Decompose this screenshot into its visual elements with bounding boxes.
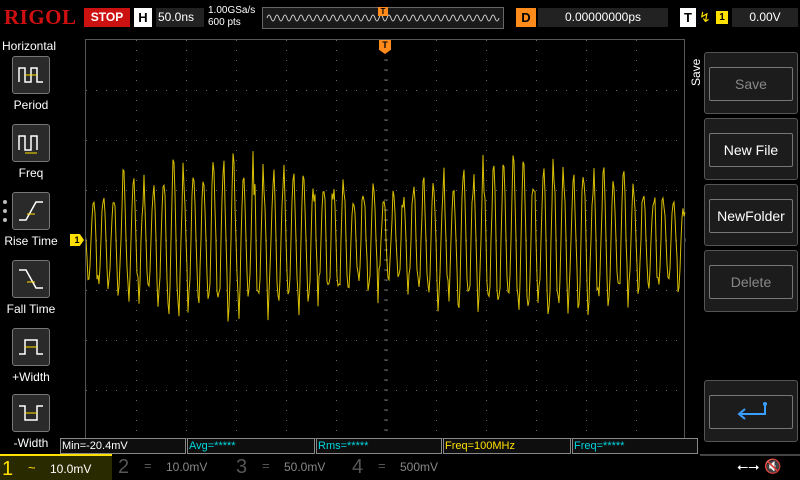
menu-item-label: Freq bbox=[18, 166, 44, 180]
new-file-button[interactable]: New File bbox=[704, 118, 798, 180]
memory-position-bar: T bbox=[262, 7, 504, 29]
ch1-trace bbox=[86, 151, 686, 322]
dc-coupling-icon: = bbox=[262, 458, 270, 473]
new-folder-button[interactable]: NewFolder bbox=[704, 184, 798, 246]
new-folder-button-label: NewFolder bbox=[709, 199, 793, 233]
channel-scale: 50.0mV bbox=[284, 460, 326, 474]
channel-status-bar: 1 ~ 10.0mV 2 = 10.0mV 3 = 50.0mV 4 = 500… bbox=[0, 454, 800, 480]
left-softkey-menu: Horizontal Period Freq Rise Time Fall Ti… bbox=[0, 36, 62, 454]
channel-number: 2 bbox=[118, 456, 130, 478]
menu-item-pos-width[interactable]: +Width bbox=[0, 328, 62, 394]
memory-depth: 600 pts bbox=[208, 17, 241, 28]
channel-3-status[interactable]: 3 = 50.0mV bbox=[234, 454, 344, 480]
menu-item-label: +Width bbox=[12, 370, 50, 384]
channel-scale: 500mV bbox=[400, 460, 439, 474]
measurement-min[interactable]: Min=-20.4mV bbox=[60, 438, 186, 454]
usb-icon: ⭠⭢ bbox=[737, 458, 760, 474]
dc-coupling-icon: ~ bbox=[28, 460, 36, 475]
trigger-source: 1 bbox=[716, 11, 728, 24]
waveform-display[interactable] bbox=[85, 39, 686, 440]
channel-number: 3 bbox=[236, 456, 248, 478]
sample-rate: 1.00GSa/s bbox=[208, 5, 256, 16]
rising-edge-icon: ↯ bbox=[699, 9, 711, 25]
trigger-label: T bbox=[680, 8, 696, 27]
timebase-value[interactable]: 50.0ns bbox=[156, 8, 204, 27]
menu-item-period[interactable]: Period bbox=[0, 56, 62, 122]
memory-trigger-marker: T bbox=[378, 7, 388, 16]
right-softkey-menu: Save Save New File NewFolder Delete bbox=[686, 36, 800, 454]
period-icon bbox=[12, 56, 50, 94]
measurement-freq-ch2[interactable]: Freq=***** bbox=[572, 438, 698, 454]
measurement-avg[interactable]: Avg=***** bbox=[187, 438, 315, 454]
menu-item-label: Rise Time bbox=[4, 234, 58, 248]
menu-item-fall-time[interactable]: Fall Time bbox=[0, 260, 62, 326]
neg-width-icon bbox=[12, 394, 50, 432]
delete-button-label: Delete bbox=[709, 265, 793, 299]
delay-label: D bbox=[516, 8, 536, 27]
speaker-muted-icon: 🔇 bbox=[764, 458, 782, 474]
delay-value[interactable]: 0.00000000ps bbox=[538, 8, 668, 27]
channel-1-status[interactable]: 1 ~ 10.0mV bbox=[0, 454, 112, 480]
brand-logo: RIGOL bbox=[4, 5, 77, 29]
menu-item-label: Fall Time bbox=[6, 302, 56, 316]
menu-item-label: -Width bbox=[13, 436, 49, 450]
fall-time-icon bbox=[12, 260, 50, 298]
run-stop-indicator[interactable]: STOP bbox=[84, 8, 130, 27]
dc-coupling-icon: = bbox=[378, 458, 386, 473]
new-file-button-label: New File bbox=[709, 133, 793, 167]
measurement-bar: Min=-20.4mV Avg=***** Rms=***** Freq=100… bbox=[60, 438, 700, 454]
return-arrow-icon bbox=[709, 395, 793, 429]
horizontal-label: H bbox=[134, 8, 152, 27]
return-button[interactable] bbox=[704, 380, 798, 442]
measurement-rms[interactable]: Rms=***** bbox=[316, 438, 442, 454]
ch1-offset-marker[interactable]: 1 bbox=[70, 234, 84, 246]
trigger-level-value[interactable]: 0.00V bbox=[732, 8, 798, 27]
freq-icon bbox=[12, 124, 50, 162]
top-status-bar: RIGOL STOP H 50.0ns 1.00GSa/s 600 pts T … bbox=[0, 0, 800, 36]
ch1-waveform bbox=[86, 151, 686, 322]
delete-button[interactable]: Delete bbox=[704, 250, 798, 312]
channel-number: 1 bbox=[2, 458, 14, 480]
menu-title: Save bbox=[689, 58, 703, 86]
rise-time-icon bbox=[12, 192, 50, 230]
measurement-freq-ch1[interactable]: Freq=100MHz bbox=[443, 438, 571, 454]
channel-scale: 10.0mV bbox=[50, 462, 92, 476]
channel-number: 4 bbox=[352, 456, 364, 478]
dc-coupling-icon: = bbox=[144, 458, 152, 473]
channel-2-status[interactable]: 2 = 10.0mV bbox=[116, 454, 226, 480]
menu-item-label: Period bbox=[13, 98, 49, 112]
save-button[interactable]: Save bbox=[704, 52, 798, 114]
menu-title: Horizontal bbox=[2, 39, 57, 53]
menu-item-rise-time[interactable]: Rise Time bbox=[0, 192, 62, 258]
pos-width-icon bbox=[12, 328, 50, 366]
menu-item-freq[interactable]: Freq bbox=[0, 124, 62, 190]
save-button-label: Save bbox=[709, 67, 793, 101]
channel-scale: 10.0mV bbox=[166, 460, 208, 474]
menu-item-neg-width[interactable]: -Width bbox=[0, 394, 62, 460]
acquisition-info: 1.00GSa/s 600 pts bbox=[208, 5, 255, 29]
channel-4-status[interactable]: 4 = 500mV bbox=[350, 454, 460, 480]
